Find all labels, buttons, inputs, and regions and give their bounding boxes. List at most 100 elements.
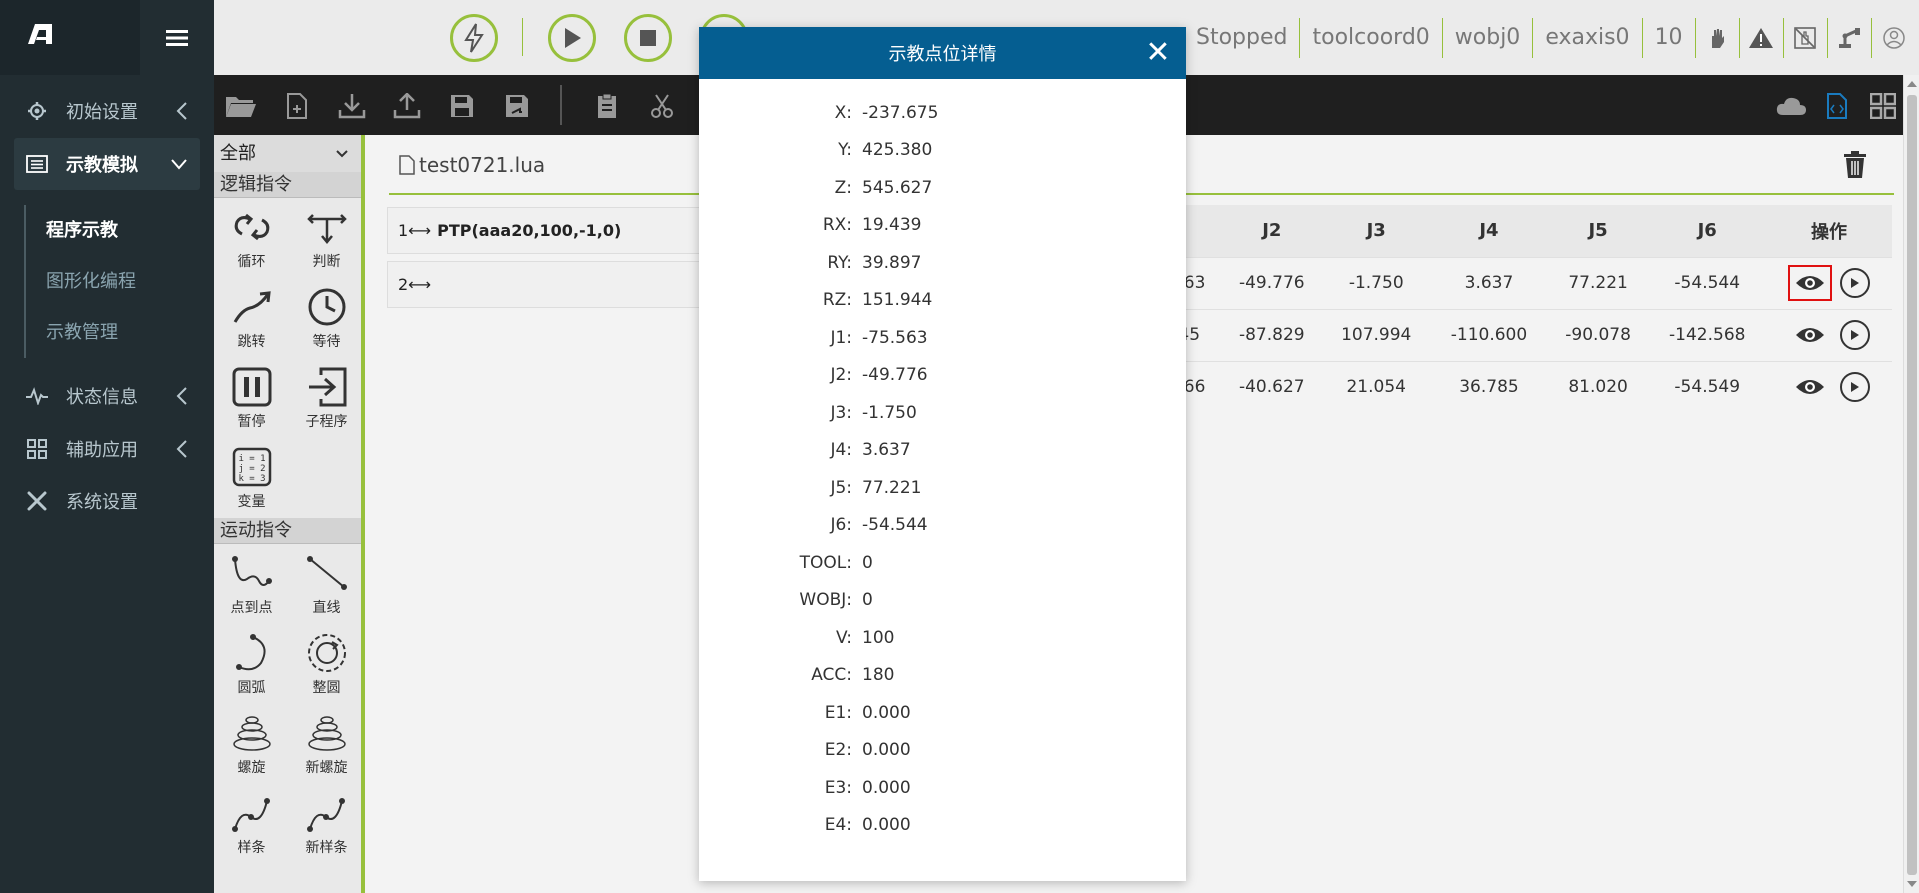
hand-icon[interactable] [1696, 18, 1740, 58]
cloud-button[interactable] [1774, 89, 1808, 123]
run-point-button[interactable] [1839, 268, 1870, 298]
scroll-thumb[interactable] [1907, 95, 1917, 875]
scrollbar[interactable] [1903, 75, 1919, 893]
jump-icon [230, 285, 274, 329]
view-point-button[interactable] [1788, 369, 1832, 405]
chevron-left-icon [176, 102, 187, 120]
step-arrow-icon: ⟷ [408, 275, 432, 294]
cmd-loop[interactable]: 循环 [214, 198, 289, 278]
modal-title: 示教点位详情 [888, 44, 997, 65]
save-as-button[interactable] [500, 89, 534, 123]
gear-icon [24, 98, 50, 124]
status-row: Stopped toolcoord0 wobj0 exaxis0 10 [1184, 18, 1916, 58]
scroll-down-arrow[interactable] [1907, 881, 1917, 887]
sidebar-item-system-settings[interactable]: 系统设置 [0, 475, 214, 527]
save-button[interactable] [445, 89, 479, 123]
sidebar-item-status-info[interactable]: 状态信息 [0, 370, 214, 422]
sidebar-item-auxiliary-apps[interactable]: 辅助应用 [0, 423, 214, 475]
cmd-spline[interactable]: 样条 [214, 784, 289, 864]
code-line-2[interactable]: 2 ⟷ [387, 261, 707, 308]
download-icon [338, 94, 366, 119]
robot-arm-icon[interactable] [1828, 18, 1872, 58]
delete-button[interactable] [1843, 151, 1867, 183]
menu-toggle-button[interactable] [140, 0, 214, 75]
svg-text:j = 2: j = 2 [238, 464, 265, 474]
work-object[interactable]: wobj0 [1443, 18, 1534, 58]
sidebar-subitem-program-teaching[interactable]: 程序示教 [26, 205, 136, 256]
upload-button[interactable] [390, 89, 424, 123]
cmd-arc[interactable]: 圆弧 [214, 624, 289, 704]
enable-button[interactable] [450, 14, 498, 62]
cmd-line[interactable]: 直线 [289, 544, 364, 624]
save-as-icon [506, 95, 528, 117]
field-y: Y: 425.380 [838, 140, 933, 161]
field-j3: J3: -1.750 [830, 402, 917, 423]
svg-text:k = 3: k = 3 [238, 474, 265, 484]
play-icon [1850, 330, 1859, 340]
cmd-new-spline[interactable]: 新样条 [289, 784, 364, 864]
eye-icon [1795, 380, 1824, 395]
external-axis[interactable]: exaxis0 [1533, 18, 1643, 58]
arc-icon [230, 631, 274, 675]
run-point-button[interactable] [1839, 372, 1870, 403]
cmd-ptp[interactable]: 点到点 [214, 544, 289, 624]
chevron-left-icon [176, 387, 187, 405]
tools-icon [24, 488, 50, 514]
stop-button[interactable] [624, 14, 672, 62]
sidebar-item-initial-settings[interactable]: 初始设置 [0, 85, 214, 137]
field-tool: TOOL: 0 [799, 552, 873, 573]
view-point-button[interactable] [1787, 265, 1832, 301]
variable-icon: i = 1j = 2k = 3 [230, 445, 274, 489]
close-button[interactable]: ✕ [1144, 38, 1172, 68]
command-palette: 全部 逻辑指令 循环 判断 跳转 等待 暂停 子程序 i = 1j = 2k =… [214, 135, 365, 893]
upload-icon [393, 93, 421, 119]
cmd-variable[interactable]: i = 1j = 2k = 3 变量 [214, 438, 289, 518]
field-acc: ACC: 180 [811, 665, 895, 686]
clipboard-icon [598, 93, 616, 118]
cmd-wait[interactable]: 等待 [289, 278, 364, 358]
pulse-icon [24, 383, 50, 409]
warning-icon[interactable] [1740, 18, 1784, 58]
col-j5: J5 [1547, 205, 1649, 257]
layout-grid-button[interactable] [1866, 89, 1900, 123]
view-point-button[interactable] [1788, 317, 1832, 353]
drag-disabled-icon[interactable] [1784, 18, 1828, 58]
save-icon [451, 95, 473, 117]
category-select[interactable]: 全部 [214, 135, 361, 172]
grid-layout-icon [1870, 93, 1896, 119]
file-title: test0721.lua [399, 153, 545, 177]
cut-button[interactable] [645, 89, 679, 123]
run-point-button[interactable] [1839, 320, 1870, 350]
tool-coord[interactable]: toolcoord0 [1300, 18, 1443, 58]
circle-icon [305, 631, 349, 675]
speed-value[interactable]: 10 [1643, 18, 1696, 58]
new-file-button[interactable] [280, 89, 314, 123]
field-wobj: WOBJ: 0 [799, 590, 873, 611]
new-spline-icon [305, 791, 349, 835]
cmd-label: 变量 [237, 494, 266, 510]
copy-button[interactable] [590, 89, 624, 123]
scroll-up-arrow[interactable] [1907, 81, 1917, 87]
lua-file-button[interactable] [1820, 89, 1854, 123]
open-folder-button[interactable] [224, 89, 258, 123]
run-button[interactable] [548, 14, 596, 62]
field-rz: RZ: 151.944 [822, 290, 933, 311]
folder-icon [226, 97, 256, 117]
cmd-subprogram[interactable]: 子程序 [289, 358, 364, 438]
cmd-new-spiral[interactable]: 新螺旋 [289, 704, 364, 784]
cmd-goto[interactable]: 跳转 [214, 278, 289, 358]
cmd-label: 子程序 [305, 414, 348, 430]
sidebar-subitem-teaching-management[interactable]: 示教管理 [26, 307, 136, 358]
cmd-circle[interactable]: 整圆 [289, 624, 364, 704]
sidebar-subitem-graphical-programming[interactable]: 图形化编程 [26, 256, 136, 307]
cmd-if[interactable]: 判断 [289, 198, 364, 278]
code-line-1[interactable]: 1 ⟷ PTP(aaa20,100,-1,0) [387, 207, 707, 254]
branch-icon [305, 205, 349, 249]
field-rx: RX: 19.439 [822, 215, 922, 236]
hamburger-icon [166, 29, 188, 46]
download-button[interactable] [335, 89, 369, 123]
cmd-spiral[interactable]: 螺旋 [214, 704, 289, 784]
sidebar-item-teaching-simulation[interactable]: 示教模拟 [14, 138, 200, 190]
cmd-pause[interactable]: 暂停 [214, 358, 289, 438]
user-icon[interactable] [1872, 18, 1916, 58]
